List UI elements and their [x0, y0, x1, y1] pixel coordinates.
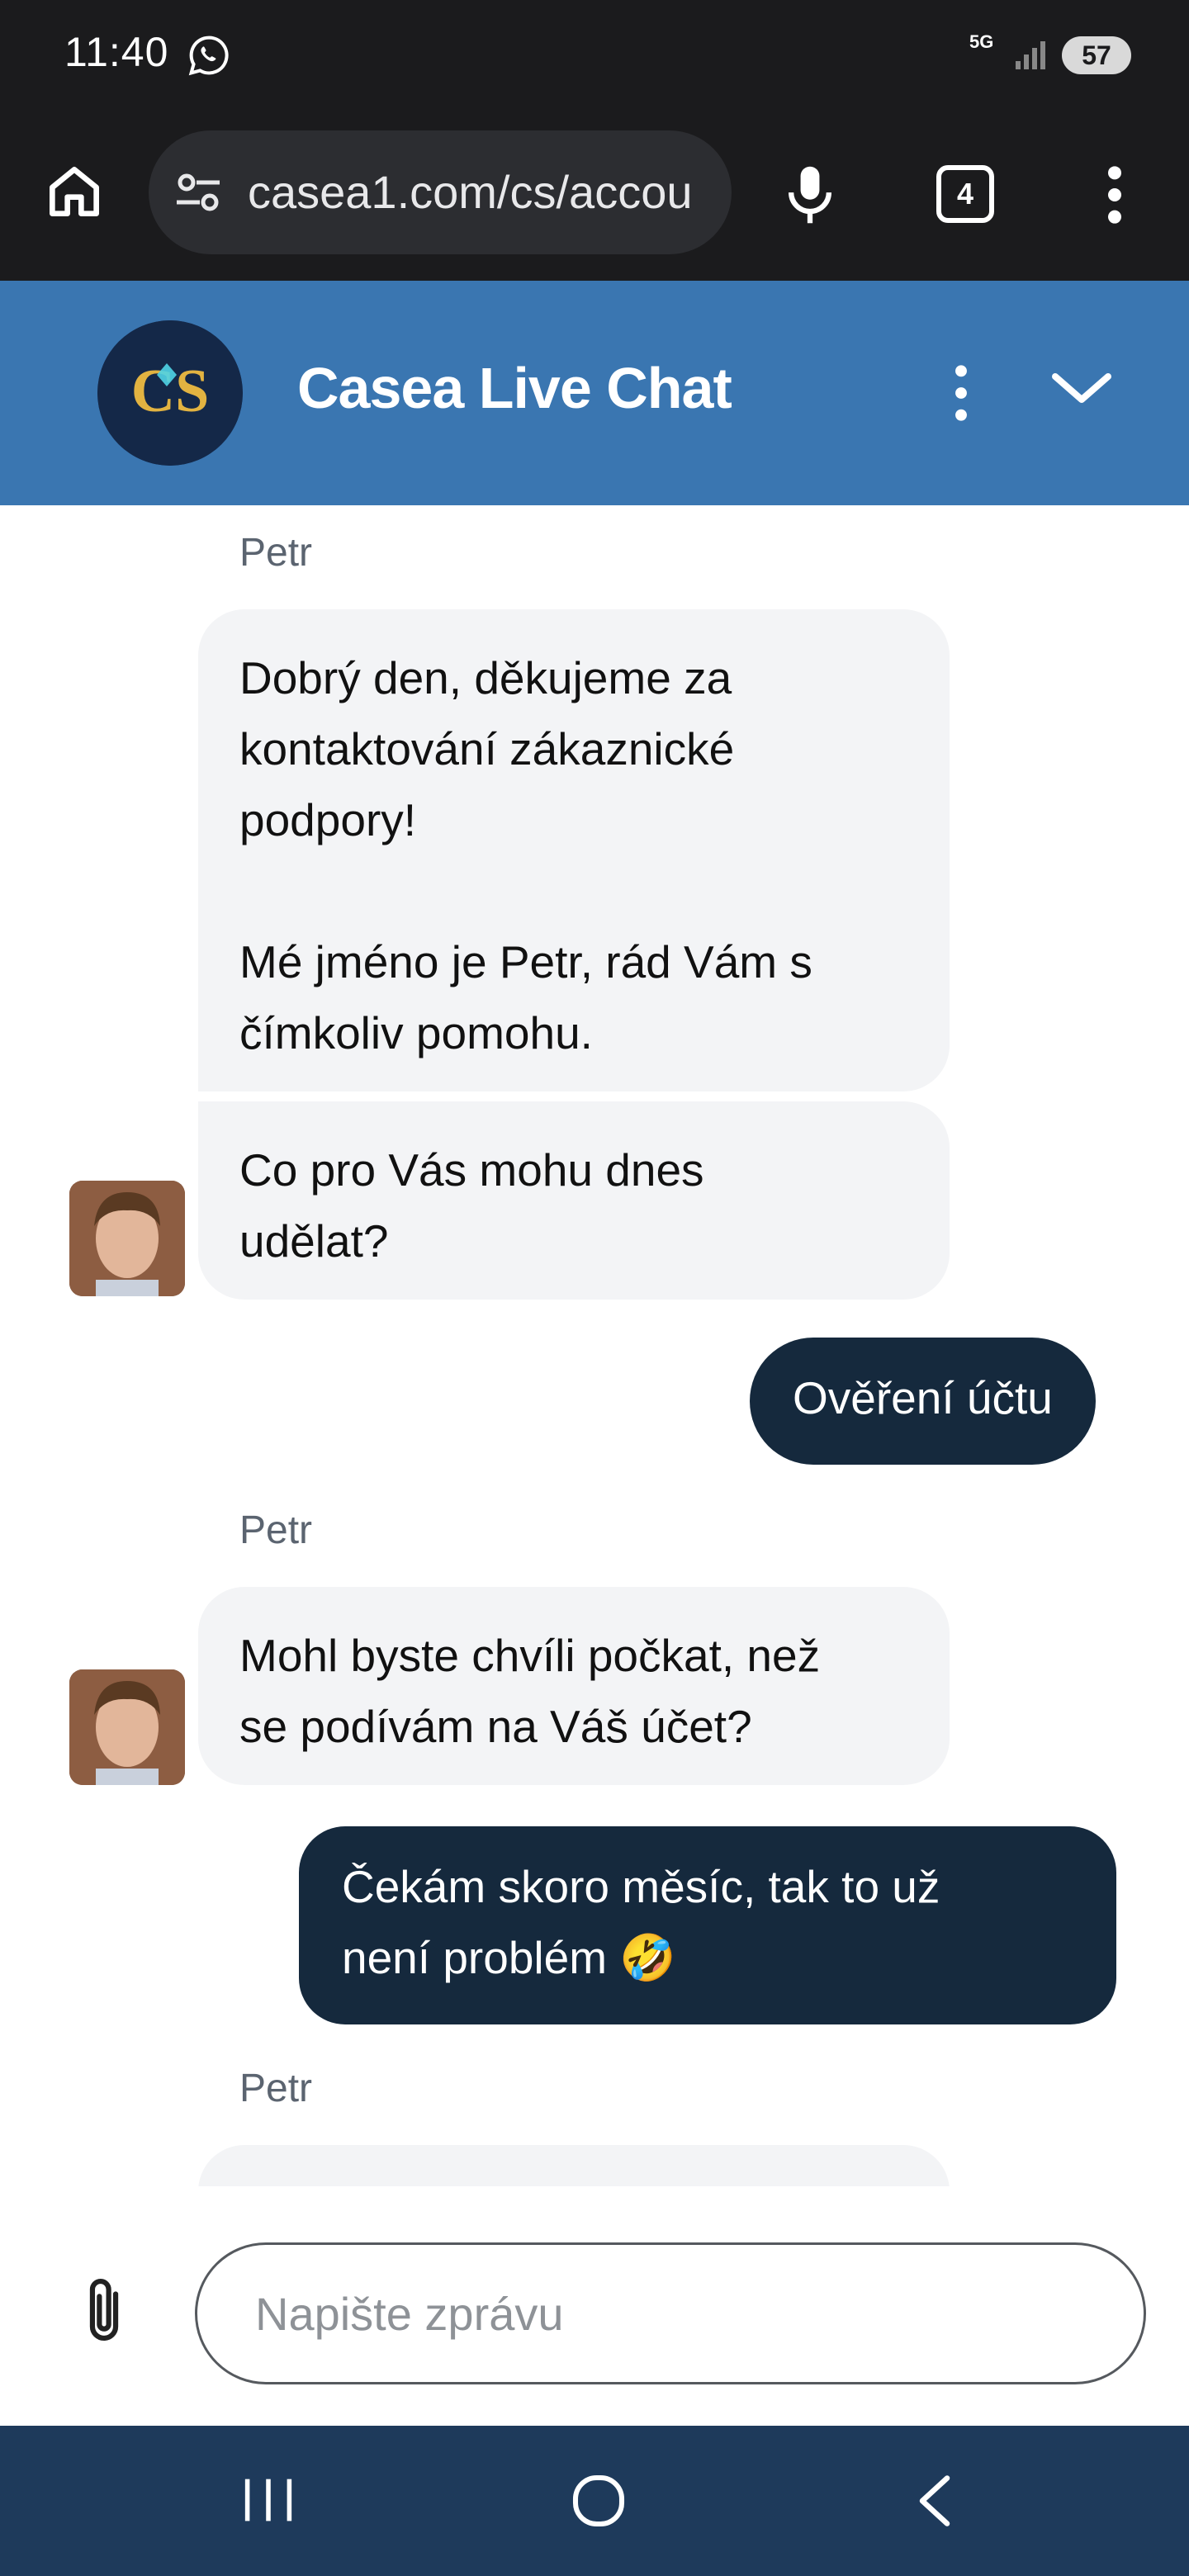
network-type: 5G	[969, 31, 994, 52]
casea-logo: CS	[97, 320, 243, 466]
agent-message: Mohl byste chvíli počkat, než se podívám…	[198, 1587, 950, 1785]
message-composer	[0, 2186, 1189, 2426]
signal-icon	[1016, 41, 1045, 69]
battery-indicator: 57	[1062, 36, 1131, 74]
sender-name: Petr	[239, 1508, 313, 1552]
more-vert-icon[interactable]	[1098, 162, 1131, 228]
back-icon[interactable]	[910, 2474, 959, 2528]
agent-message	[198, 2145, 950, 2186]
tabs-icon[interactable]: 4	[936, 165, 994, 223]
site-settings-icon[interactable]	[173, 172, 223, 213]
message-input[interactable]	[195, 2242, 1146, 2384]
agent-avatar	[69, 1181, 185, 1296]
sender-name: Petr	[239, 531, 313, 575]
recents-icon[interactable]	[239, 2475, 297, 2525]
agent-message: Co pro Vás mohu dnes udělat?	[198, 1101, 950, 1300]
agent-avatar	[69, 1669, 185, 1785]
user-message: Čekám skoro měsíc, tak to už není problé…	[299, 1826, 1116, 2024]
status-time: 11:40	[64, 29, 169, 75]
chevron-down-icon[interactable]	[1049, 363, 1115, 413]
whatsapp-icon	[188, 36, 229, 76]
system-nav-bar	[0, 2426, 1189, 2576]
url-text[interactable]: casea1.com/cs/accou	[248, 165, 710, 219]
agent-message: Dobrý den, děkujeme za kontaktování záka…	[198, 609, 950, 1091]
user-message: Ověření účtu	[750, 1338, 1096, 1465]
more-vert-icon[interactable]	[946, 360, 976, 426]
casea-logo-mark: CS	[97, 320, 243, 466]
browser-toolbar: casea1.com/cs/accou 4	[0, 112, 1189, 281]
paperclip-icon[interactable]	[79, 2275, 129, 2350]
status-bar: 11:40 5G 57	[0, 0, 1189, 112]
sender-name: Petr	[239, 2067, 313, 2110]
message-list[interactable]: Petr Dobrý den, děkujeme za kontaktování…	[0, 505, 1189, 2186]
nav-home-icon[interactable]	[570, 2472, 628, 2530]
home-icon[interactable]	[41, 159, 107, 225]
chat-header: CS Casea Live Chat	[0, 281, 1189, 505]
address-bar[interactable]: casea1.com/cs/accou	[149, 130, 732, 254]
chat-title: Casea Live Chat	[297, 356, 732, 420]
mic-icon[interactable]	[781, 162, 839, 228]
